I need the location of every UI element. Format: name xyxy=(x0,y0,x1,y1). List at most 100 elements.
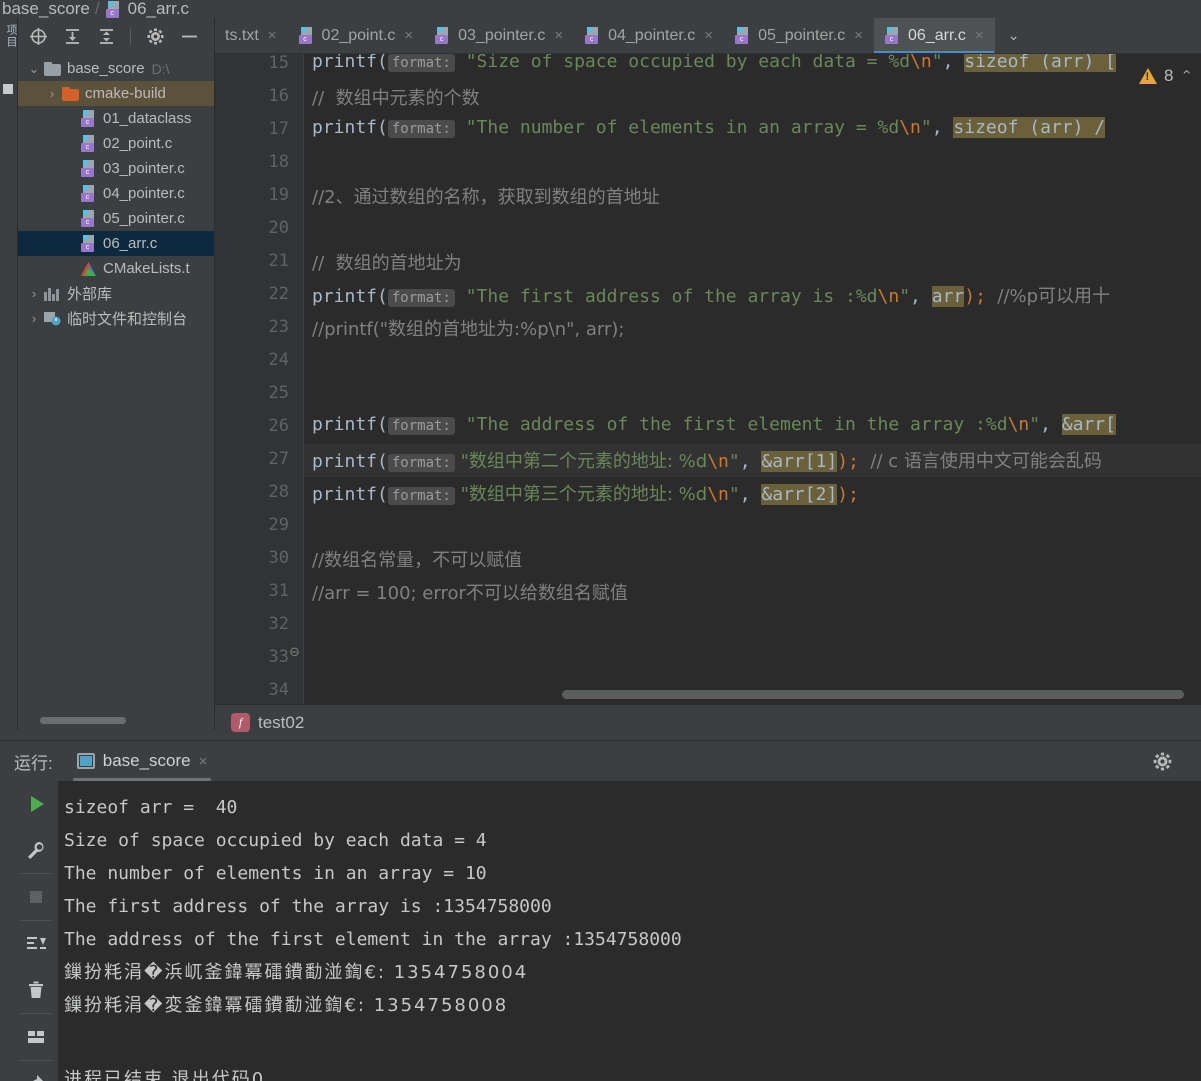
tree-item-label: 03_pointer.c xyxy=(103,160,185,177)
code-token-punc: ; xyxy=(975,286,986,307)
clear-all-button[interactable] xyxy=(14,967,58,1013)
editor-tab-bar[interactable]: ts.txt × c 02_point.c × c 03_pointer.c × c 04_poi… xyxy=(215,18,1201,54)
line-number: 29 xyxy=(268,515,289,535)
code-line[interactable]: //数组名常量，不可以赋值 xyxy=(312,546,522,572)
pin-button[interactable] xyxy=(14,1061,58,1081)
project-tree[interactable]: ⌄ base_score D:\ › cmake-build c 01_dataclass… xyxy=(18,54,214,730)
tree-item-02_point-c[interactable]: c 02_point.c xyxy=(18,131,214,156)
editor-tab-02_point-c[interactable]: c 02_point.c × xyxy=(288,18,425,53)
chevron-right-icon[interactable]: › xyxy=(24,311,44,326)
close-icon[interactable]: × xyxy=(199,753,208,770)
collapse-all-icon[interactable] xyxy=(96,26,116,46)
expand-all-icon[interactable] xyxy=(62,26,82,46)
chevron-right-icon[interactable]: › xyxy=(24,286,44,301)
edit-configuration-button[interactable] xyxy=(14,827,58,873)
code-line[interactable]: //printf("数组的首地址为:%p\n", arr); xyxy=(312,315,624,341)
breadcrumb-separator: / xyxy=(94,0,100,18)
tab-overflow-chevron-down-icon[interactable]: ⌄ xyxy=(995,18,1033,53)
code-editor[interactable]: 15 16 17 18 19 20 21 22 23 24 25 26 27 28 29 30 31 32 33 ⊖ 3… xyxy=(215,54,1201,704)
settings-gear-icon[interactable] xyxy=(145,26,165,46)
editor-tab-06_arr-c[interactable]: c 06_arr.c × xyxy=(874,18,995,53)
stop-button[interactable] xyxy=(14,874,58,920)
console-output[interactable]: sizeof arr = 40 Size of space occupied by… xyxy=(58,781,1201,1081)
tree-item-06_arr-c[interactable]: c 06_arr.c xyxy=(18,231,214,256)
code-content[interactable]: printf(format: "Size of space occupied b… xyxy=(304,54,1201,704)
close-icon[interactable]: × xyxy=(404,27,413,44)
chevron-up-icon[interactable]: ⌃ xyxy=(1180,67,1193,85)
tree-item-04_pointer-c[interactable]: c 04_pointer.c xyxy=(18,181,214,206)
console-line: sizeof arr = 40 xyxy=(64,797,238,818)
structure-tool-icon[interactable] xyxy=(3,84,13,94)
code-token-cmt: //2、通过数组的名称，获取到数组的首地址 xyxy=(312,187,660,208)
run-toolbar xyxy=(14,781,58,1081)
hide-panel-icon[interactable] xyxy=(179,26,199,46)
tree-item-label: cmake-build xyxy=(85,85,166,102)
editor-horizontal-scrollbar[interactable] xyxy=(562,690,1184,699)
chevron-right-icon[interactable]: › xyxy=(42,86,62,101)
breadcrumb-project[interactable]: base_score xyxy=(2,0,90,18)
code-line[interactable]: printf(format: "The address of the first… xyxy=(312,414,1116,435)
tree-item-03_pointer-c[interactable]: c 03_pointer.c xyxy=(18,156,214,181)
code-line[interactable]: printf(format: "The number of elements i… xyxy=(312,117,1106,138)
project-tool-label[interactable]: 项目 xyxy=(3,24,19,48)
code-fold-marker-icon[interactable]: ⊖ xyxy=(289,644,300,660)
project-horizontal-scrollbar[interactable] xyxy=(40,717,126,724)
code-line[interactable]: // 数组的首地址为 xyxy=(312,249,462,275)
tree-item----[interactable]: › 外部库 xyxy=(18,281,214,306)
code-token-sel: &arr[ xyxy=(1061,414,1116,435)
code-token-str: " xyxy=(931,54,943,72)
run-tab-base-score[interactable]: base_score × xyxy=(67,741,218,781)
tree-item---------[interactable]: › 临时文件和控制台 xyxy=(18,306,214,331)
code-line[interactable]: // 数组中元素的个数 xyxy=(312,84,480,110)
code-token-str: " xyxy=(920,117,932,138)
close-icon[interactable]: × xyxy=(554,27,563,44)
line-number: 32 xyxy=(268,614,289,634)
breadcrumb-file[interactable]: 06_arr.c xyxy=(128,0,189,18)
code-token-op: , xyxy=(739,451,762,472)
inspection-widget[interactable]: 8 ⌃ xyxy=(1138,66,1193,86)
tree-item-base_score[interactable]: ⌄ base_score D:\ xyxy=(18,56,214,81)
scroll-to-end-button[interactable] xyxy=(14,921,58,967)
line-number: 28 xyxy=(268,482,289,502)
line-number: 16 xyxy=(268,86,289,106)
console-line: Size of space occupied by each data = 4 xyxy=(64,830,487,851)
code-line[interactable]: printf(format: "数组中第三个元素的地址: %d\n", &arr… xyxy=(312,480,859,506)
editor-tab-03_pointer-c[interactable]: c 03_pointer.c × xyxy=(424,18,574,53)
editor-tab-04_pointer-c[interactable]: c 04_pointer.c × xyxy=(574,18,724,53)
line-number: 15 xyxy=(268,54,289,73)
editor-tab-label: 02_point.c xyxy=(321,26,396,44)
cmake-icon xyxy=(80,261,97,277)
code-line[interactable]: //2、通过数组的名称，获取到数组的首地址 xyxy=(312,183,660,209)
code-line[interactable]: printf(format: "数组中第二个元素的地址: %d\n", &arr… xyxy=(312,447,1102,473)
code-token-str: "数组中第二个元素的地址: %d xyxy=(454,451,708,472)
chevron-down-icon[interactable]: ⌄ xyxy=(24,61,44,77)
editor-tab-ts-txt[interactable]: ts.txt × xyxy=(215,18,288,53)
layout-button[interactable] xyxy=(14,1014,58,1060)
function-name[interactable]: test02 xyxy=(258,713,304,733)
settings-gear-icon[interactable] xyxy=(1152,751,1173,778)
code-token-str: " xyxy=(1029,414,1041,435)
tree-item-cmake-build[interactable]: › cmake-build xyxy=(18,81,214,106)
code-token-op: , xyxy=(739,484,762,505)
code-line[interactable]: //arr = 100; error不可以给数组名赋值 xyxy=(312,579,628,605)
rerun-button[interactable] xyxy=(14,781,58,827)
close-icon[interactable]: × xyxy=(704,27,713,44)
code-line[interactable]: printf(format: "The first address of the… xyxy=(312,282,1110,308)
console-line: The address of the first element in the … xyxy=(64,929,682,950)
editor-tab-label: ts.txt xyxy=(225,26,259,44)
close-icon[interactable]: × xyxy=(975,27,984,44)
close-icon[interactable]: × xyxy=(268,27,277,44)
ide-window: base_score / c 06_arr.c 项目 ⌄ base_score … xyxy=(0,0,1201,1081)
code-token-punc: ; xyxy=(848,451,859,472)
tree-item-05_pointer-c[interactable]: c 05_pointer.c xyxy=(18,206,214,231)
c-file-icon: c xyxy=(80,210,97,227)
select-opened-file-icon[interactable] xyxy=(28,26,48,46)
code-line[interactable]: printf(format: "Size of space occupied b… xyxy=(312,54,1116,72)
close-icon[interactable]: × xyxy=(854,27,863,44)
editor-tab-05_pointer-c[interactable]: c 05_pointer.c × xyxy=(724,18,874,53)
tree-item-cmakelists-t[interactable]: CMakeLists.t xyxy=(18,256,214,281)
tree-item-01_dataclass[interactable]: c 01_dataclass xyxy=(18,106,214,131)
code-token-str: "The first address of the array is :%d xyxy=(454,286,878,307)
